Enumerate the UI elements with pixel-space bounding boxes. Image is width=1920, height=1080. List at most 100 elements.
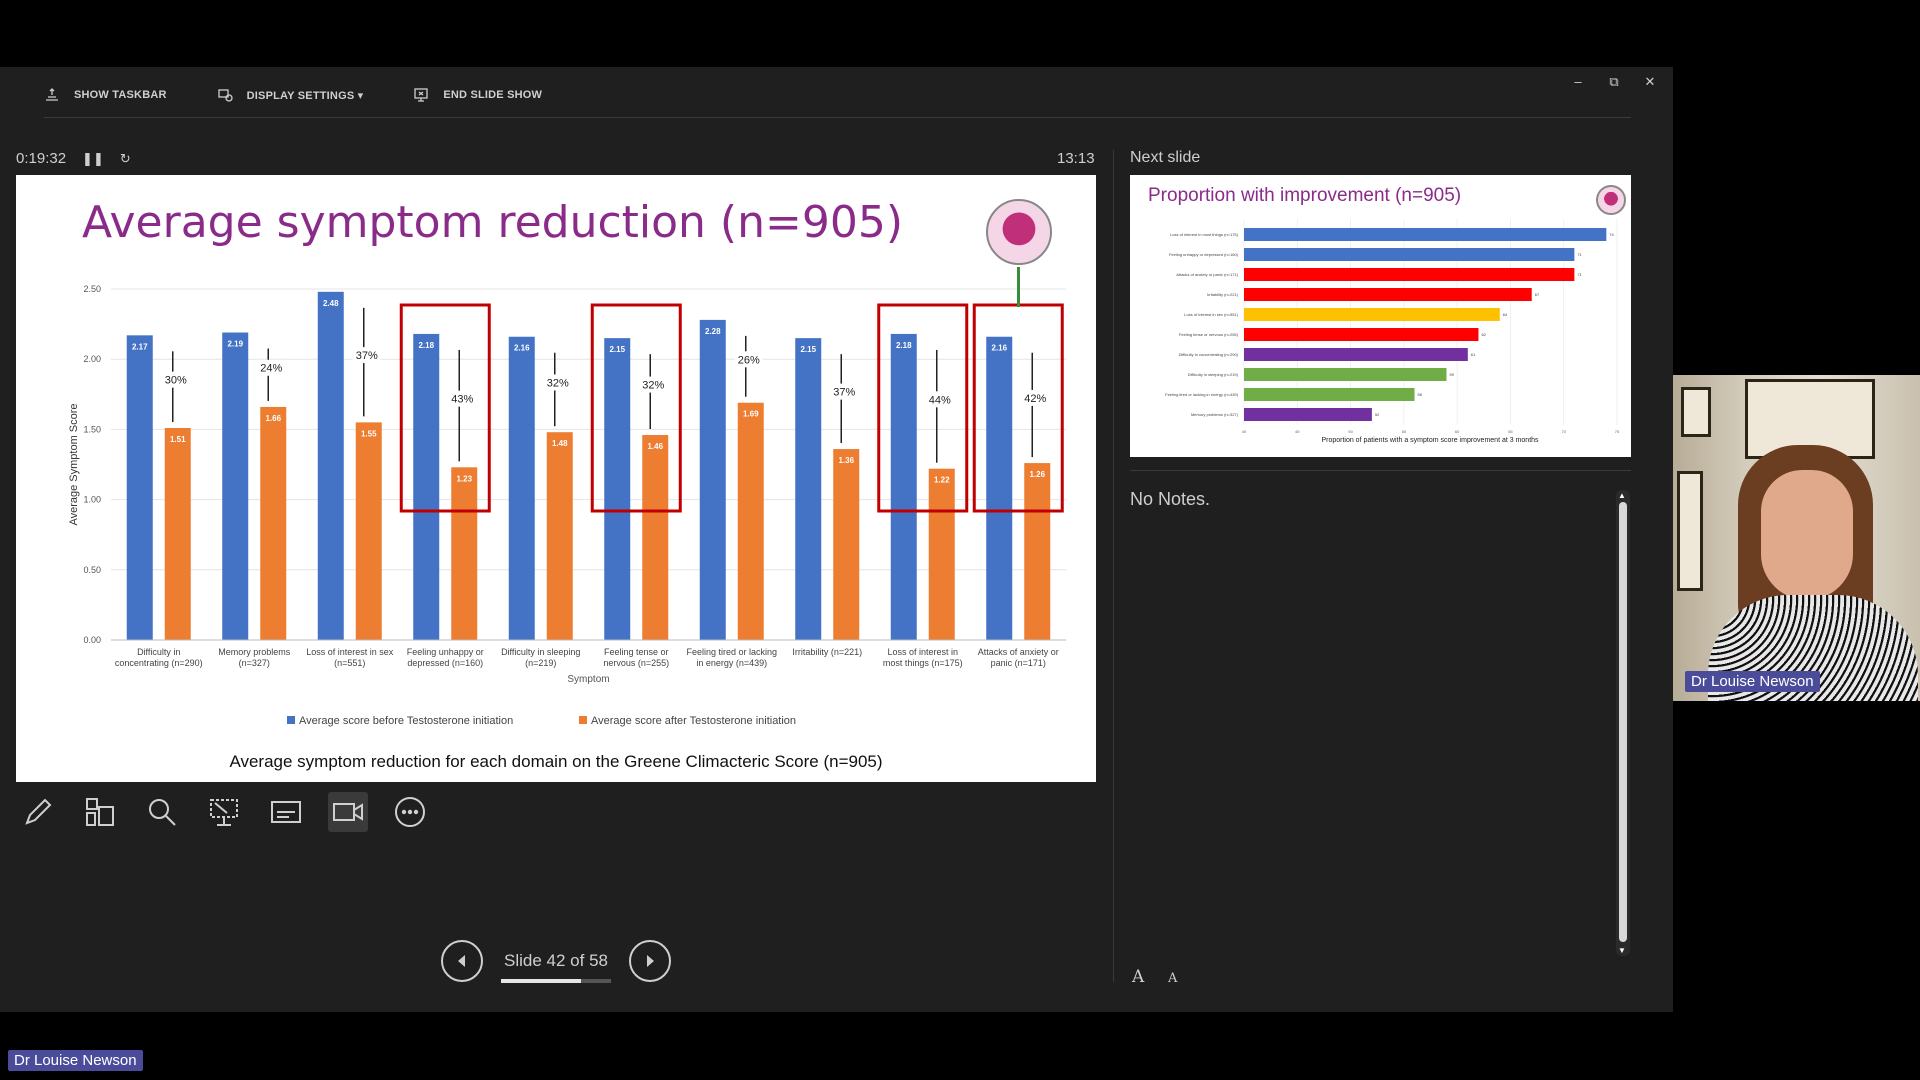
x-tick-label: (n=551) [334,658,365,668]
reduction-label: 42% [1024,393,1046,405]
x-tick-label: Feeling unhappy or [407,647,484,657]
x-tick-label: Feeling tired or lacking [686,647,777,657]
more-icon [395,797,425,827]
previous-slide-button[interactable] [441,940,483,982]
subtitles-button[interactable] [266,792,306,832]
y-tick-label: Irritability (n=221) [1207,292,1239,297]
next-slide-rose-logo [1596,185,1626,215]
increase-font-button[interactable]: A [1132,967,1144,987]
pointer-options-button[interactable] [204,792,244,832]
x-tick-label: 40 [1242,429,1247,434]
zoom-button[interactable] [142,792,182,832]
end-slide-show-label: END SLIDE SHOW [443,89,543,101]
decrease-font-button[interactable]: A [1168,971,1177,986]
bar [1244,408,1372,421]
pause-icon[interactable]: ❚❚ [82,151,104,167]
bar [1244,348,1468,361]
data-label-before: 2.16 [514,344,530,353]
presenter-view: SHOW TASKBAR DISPLAY SETTINGS ▾ END SLID… [0,67,1673,1012]
bar-after [928,468,955,640]
x-tick-label: 45 [1295,429,1300,434]
see-all-slides-icon [86,798,114,826]
show-taskbar-button[interactable]: SHOW TASKBAR [44,87,167,103]
y-tick-label: Loss of interest in most things (n=175) [1170,232,1239,237]
bar-before [699,319,726,640]
data-label-before: 2.19 [227,340,243,349]
bar [1244,308,1500,321]
toolbar-divider [44,117,1631,118]
data-label: 64 [1503,312,1508,317]
x-tick-label: nervous (n=255) [603,658,669,668]
next-slide-button[interactable] [629,940,671,982]
bar-before [986,336,1013,640]
y-tick-label: 2.50 [83,284,101,294]
bar-after [737,402,764,640]
x-tick-label: 60 [1455,429,1460,434]
y-tick-label: 1.00 [83,495,101,505]
elapsed-time: 0:19:32 [16,150,67,167]
data-label-after: 1.66 [265,414,281,423]
slide-progress-bar [501,979,611,983]
x-tick-label: most things (n=175) [883,658,963,668]
data-label: 52 [1375,412,1380,417]
bar-after [1024,463,1051,640]
x-tick-label: Difficulty in [137,647,180,657]
camera-toggle-button[interactable] [328,792,368,832]
bar-before [890,333,917,640]
bar [1244,248,1575,261]
bar [1244,228,1607,241]
presenter-tools [18,792,430,832]
scroll-down-icon[interactable]: ▼ [1618,946,1626,955]
x-tick-label: Loss of interest in [887,647,958,657]
display-settings-button[interactable]: DISPLAY SETTINGS ▾ [217,87,364,103]
reset-icon[interactable]: ↻ [120,151,131,167]
more-options-button[interactable] [390,792,430,832]
data-label-after: 1.23 [456,474,472,483]
data-label: 71 [1577,272,1582,277]
window-controls: – ⧉ ✕ [1571,75,1657,89]
y-tick-label: Loss of interest in sex (n=551) [1184,312,1238,317]
x-tick-label: 70 [1561,429,1566,434]
x-tick-label: 75 [1615,429,1620,434]
next-slide-preview[interactable]: 40 45 50 55 60 65 70 75 74 Loss of interest in mo… [1130,175,1631,457]
restore-icon[interactable]: ⧉ [1607,75,1621,89]
x-tick-label: (n=327) [239,658,270,668]
scroll-up-icon[interactable]: ▲ [1618,491,1626,500]
bar [1244,288,1532,301]
legend-label: Average score after Testosterone initiat… [591,715,796,727]
display-settings-label: DISPLAY SETTINGS ▾ [246,89,364,102]
slide-navigation: Slide 42 of 58 [441,940,671,983]
next-slide-title: Proportion with improvement (n=905) [1148,185,1462,206]
see-all-slides-button[interactable] [80,792,120,832]
rose-stem [1017,267,1020,307]
y-tick-label: Feeling unhappy or depressed (n=160) [1169,252,1239,257]
data-label: 59 [1449,372,1454,377]
notes-scrollbar[interactable]: ▲ ▼ [1616,490,1630,956]
x-tick-label: Attacks of anxiety or [978,647,1059,657]
data-label-after: 1.36 [838,456,854,465]
bar [1244,328,1479,341]
display-settings-icon [217,89,233,102]
notes-scroll-thumb[interactable] [1619,502,1627,942]
data-label-before: 2.28 [705,327,721,336]
minimize-icon[interactable]: – [1571,75,1585,89]
bar-after [833,449,860,640]
clock: 13:13 [1057,150,1095,167]
data-label: 61 [1471,352,1476,357]
slide-title: Average symptom reduction (n=905) [82,197,903,248]
next-icon [647,955,654,967]
y-tick-label: Memory problems (n=327) [1191,412,1239,417]
pen-tool-button[interactable] [18,792,58,832]
x-tick-label: Memory problems [218,647,291,657]
notes-divider [1130,470,1631,471]
x-tick-label: Irritability (n=221) [792,647,862,657]
y-tick-label: Feeling tense or nervous (n=255) [1179,332,1239,337]
end-slide-show-button[interactable]: END SLIDE SHOW [413,87,542,103]
y-tick-label: 2.00 [83,354,101,364]
reduction-label: 30% [165,375,187,387]
bar-after [451,467,478,640]
data-label: 67 [1535,292,1540,297]
close-icon[interactable]: ✕ [1643,75,1657,89]
person-face [1761,470,1853,600]
data-label-after: 1.51 [170,435,186,444]
